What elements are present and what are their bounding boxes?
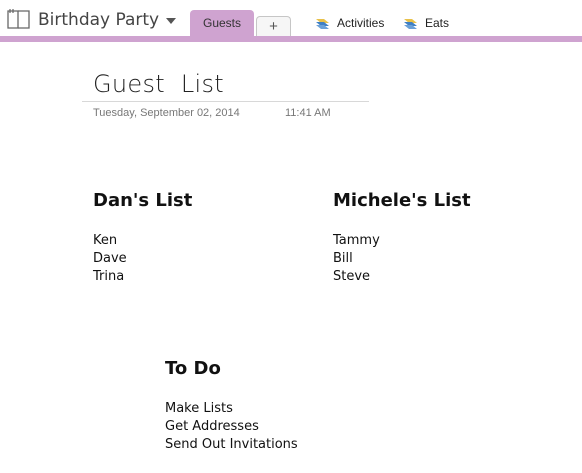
section-color-bar xyxy=(0,36,582,42)
tab-guests[interactable]: Guests xyxy=(190,10,254,38)
section-stack-icon xyxy=(316,19,329,29)
chevron-down-icon xyxy=(166,18,177,24)
section-label: Eats xyxy=(425,16,450,30)
list-item[interactable]: Tammy xyxy=(333,232,380,250)
page-date: Tuesday, September 02, 2014 xyxy=(93,107,240,119)
top-bar: Birthday Party Guests + Activities Eats xyxy=(0,0,582,42)
list-item[interactable]: Get Addresses xyxy=(165,418,298,436)
section-stack-icon xyxy=(404,19,417,29)
list-item[interactable]: Dave xyxy=(93,250,127,268)
dans-list: Ken Dave Trina xyxy=(93,232,127,286)
add-section-button[interactable]: + xyxy=(256,16,291,37)
list-item[interactable]: Steve xyxy=(333,268,380,286)
list-heading-dans[interactable]: Dan's List xyxy=(93,190,192,211)
notebook-icon xyxy=(7,9,30,29)
page-title[interactable]: Guest List xyxy=(93,70,224,98)
list-item[interactable]: Make Lists xyxy=(165,400,298,418)
section-link-activities[interactable]: Activities xyxy=(315,13,384,33)
list-heading-micheles[interactable]: Michele's List xyxy=(333,190,471,211)
section-link-eats[interactable]: Eats xyxy=(403,13,449,33)
micheles-list: Tammy Bill Steve xyxy=(333,232,380,286)
title-divider xyxy=(82,101,369,102)
section-label: Activities xyxy=(337,16,385,30)
list-item[interactable]: Trina xyxy=(93,268,127,286)
list-item[interactable]: Ken xyxy=(93,232,127,250)
list-item[interactable]: Bill xyxy=(333,250,380,268)
todo-list: Make Lists Get Addresses Send Out Invita… xyxy=(165,400,298,454)
list-item[interactable]: Send Out Invitations xyxy=(165,436,298,454)
page-time: 11:41 AM xyxy=(285,107,331,119)
notebook-selector[interactable]: Birthday Party xyxy=(6,8,177,36)
notebook-title: Birthday Party xyxy=(38,10,160,30)
list-heading-todo[interactable]: To Do xyxy=(165,358,221,379)
